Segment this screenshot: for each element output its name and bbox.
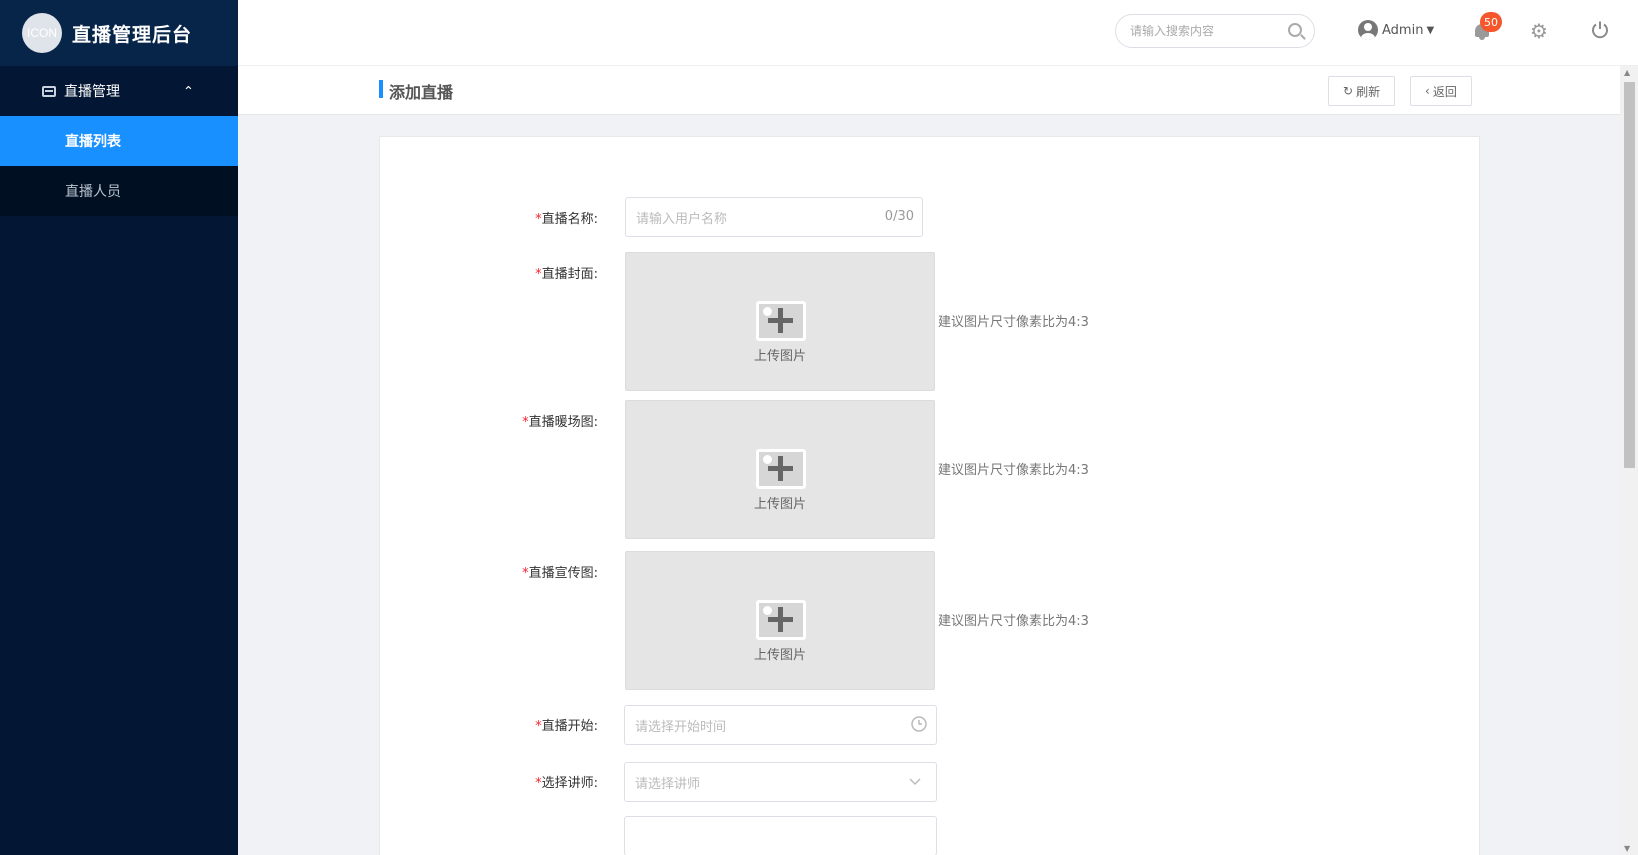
plus-icon (778, 308, 783, 333)
page-scrollbar[interactable]: ▲ ▼ (1620, 66, 1638, 855)
search-icon[interactable] (1288, 23, 1302, 37)
top-header: Admin ▼ 50 ⚙ (238, 0, 1638, 66)
refresh-icon: ↻ (1343, 84, 1354, 98)
chevron-down-icon (908, 772, 922, 794)
lecturer-placeholder: 请选择讲师 (635, 776, 701, 792)
back-button[interactable]: ‹ 返回 (1410, 76, 1472, 106)
start-time-picker[interactable]: 请选择开始时间 (624, 705, 937, 745)
user-name: Admin (1382, 22, 1424, 38)
sidebar-group-live-management[interactable]: 直播管理 ⌄ (0, 66, 238, 116)
upload-label: 上传图片 (753, 349, 806, 364)
chevron-left-icon: ‹ (1425, 84, 1430, 98)
clock-icon (910, 715, 928, 737)
brand: ICON 直播管理后台 (0, 0, 238, 66)
list-icon (42, 85, 56, 97)
notification-badge: 50 (1480, 12, 1502, 32)
page-titlebar: 添加直播 ↻ 刷新 ‹ 返回 (238, 66, 1620, 115)
lecturer-select[interactable]: 请选择讲师 (624, 762, 937, 802)
chevron-down-icon: ▼ (1426, 24, 1435, 36)
search-box[interactable] (1115, 14, 1315, 48)
live-name-field[interactable]: 请输入用户名称 0/30 (625, 197, 923, 237)
warmup-size-hint: 建议图片尺寸像素比为4:3 (938, 463, 1089, 478)
start-time-placeholder: 请选择开始时间 (635, 719, 727, 735)
upload-label: 上传图片 (753, 648, 806, 663)
form-card: *直播名称: 请输入用户名称 0/30 *直播封面: 上传图片 建议图片尺寸像素… (379, 136, 1480, 855)
plus-icon (778, 456, 783, 481)
refresh-button[interactable]: ↻ 刷新 (1328, 76, 1396, 106)
promo-label: *直播宣传图: (522, 566, 598, 581)
chevron-up-icon: ⌄ (183, 82, 194, 97)
promo-size-hint: 建议图片尺寸像素比为4:3 (938, 614, 1089, 629)
power-icon[interactable] (1590, 20, 1610, 40)
scroll-down-arrow-icon[interactable]: ▼ (1624, 844, 1630, 853)
cover-upload[interactable]: 上传图片 (625, 252, 935, 391)
cover-label: *直播封面: (535, 267, 598, 282)
name-label: *直播名称: (535, 212, 598, 227)
title-accent-bar (379, 80, 383, 98)
refresh-label: 刷新 (1356, 84, 1381, 99)
sidebar-item-label: 直播列表 (65, 134, 121, 150)
app-title: 直播管理后台 (72, 23, 193, 46)
search-input[interactable] (1130, 24, 1280, 38)
scroll-up-arrow-icon[interactable]: ▲ (1624, 68, 1630, 77)
sidebar-item-label: 直播人员 (65, 184, 121, 200)
sidebar-group-label: 直播管理 (64, 84, 120, 100)
scrollbar-thumb[interactable] (1624, 82, 1635, 468)
gear-icon[interactable]: ⚙ (1530, 21, 1548, 41)
page-title: 添加直播 (389, 83, 454, 102)
name-char-counter: 0/30 (884, 209, 914, 224)
promo-upload[interactable]: 上传图片 (625, 551, 935, 690)
upload-label: 上传图片 (753, 497, 806, 512)
main-content: 添加直播 ↻ 刷新 ‹ 返回 *直播名称: 请输入用户名称 0/30 *直播封面… (238, 66, 1620, 855)
plus-icon (778, 607, 783, 632)
logo: ICON (22, 13, 62, 53)
back-label: 返回 (1432, 84, 1457, 99)
warmup-label: *直播暖场图: (522, 415, 598, 430)
user-menu[interactable]: Admin ▼ (1358, 20, 1434, 40)
cover-size-hint: 建议图片尺寸像素比为4:3 (938, 315, 1089, 330)
sidebar: ICON 直播管理后台 直播管理 ⌄ 直播列表 直播人员 (0, 0, 238, 855)
lecturer-label: *选择讲师: (535, 776, 598, 791)
user-avatar-icon (1358, 20, 1378, 40)
warmup-upload[interactable]: 上传图片 (625, 400, 935, 539)
next-field[interactable] (624, 816, 937, 855)
sidebar-item-live-list[interactable]: 直播列表 (0, 116, 238, 166)
sidebar-item-live-staff[interactable]: 直播人员 (0, 166, 238, 216)
start-label: *直播开始: (535, 719, 598, 734)
live-name-placeholder: 请输入用户名称 (636, 211, 728, 227)
